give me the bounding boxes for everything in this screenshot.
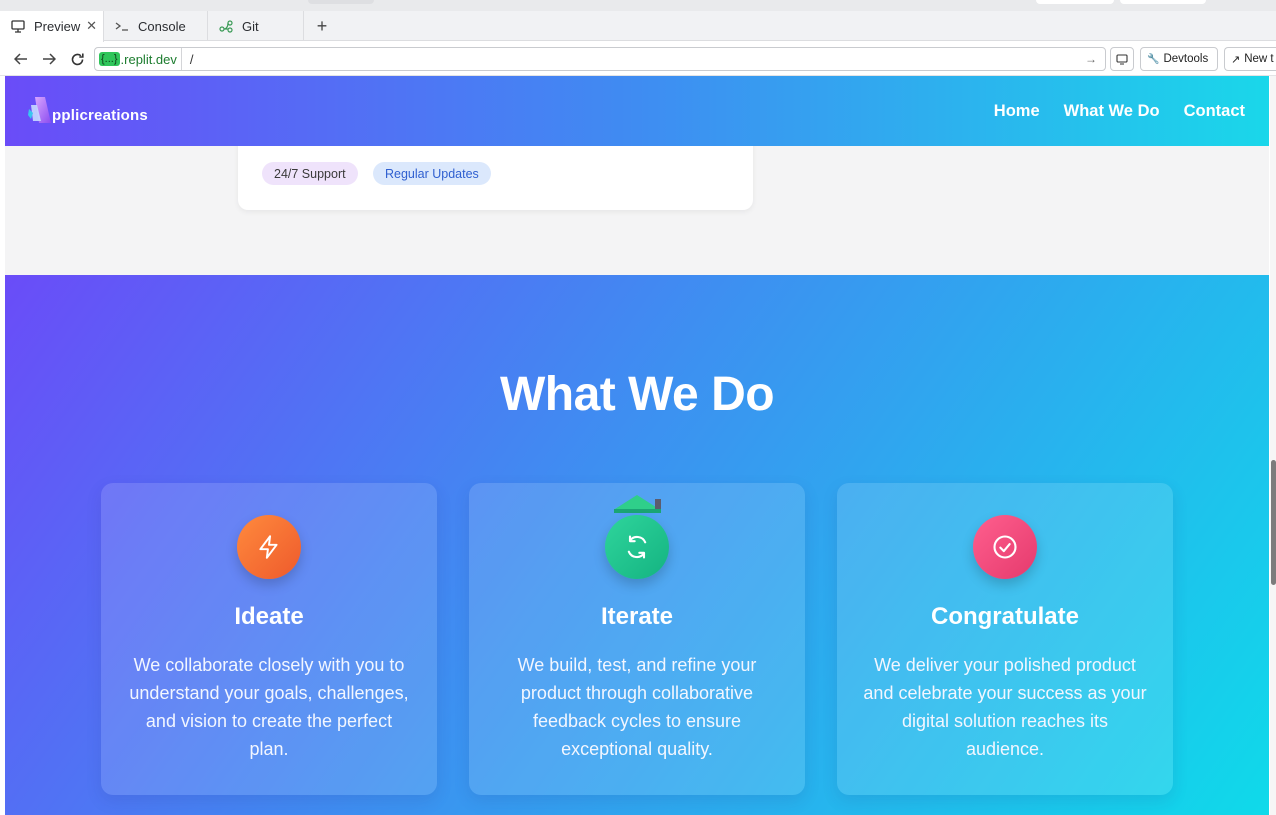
feature-text: We build, test, and refine your product … [517, 655, 757, 759]
feature-title: Iterate [600, 603, 674, 630]
screen-icon [1116, 53, 1128, 65]
strip-segment [308, 0, 374, 4]
new-tab-open-label: New t [1244, 53, 1274, 65]
tag-updates: Regular Updates [373, 162, 491, 185]
back-icon[interactable] [11, 50, 31, 68]
devtools-button[interactable]: 🔧 Devtools [1140, 47, 1218, 71]
logo-text: pplicreations [52, 107, 148, 124]
close-icon[interactable]: ✕ [86, 18, 97, 34]
feature-text: We collaborate closely with you to under… [129, 655, 409, 759]
graduation-cap-icon [614, 495, 661, 513]
section-title: What We Do [499, 368, 775, 421]
nav-what-we-do[interactable]: What We Do [1064, 102, 1160, 121]
main-nav: Home What We Do Contact [970, 102, 1245, 121]
strip-segment [1120, 0, 1206, 4]
tab-preview[interactable]: Preview ✕ [0, 11, 104, 42]
feature-title: Congratulate [930, 603, 1079, 630]
feature-card-ideate: Ideate We collaborate closely with you t… [101, 483, 437, 795]
terminal-icon [114, 18, 130, 34]
forward-icon[interactable] [39, 50, 59, 68]
new-tab-open-button[interactable]: ↗ New t [1224, 47, 1276, 71]
tab-label: Preview [34, 19, 81, 34]
tab-console[interactable]: Console [104, 11, 208, 41]
arrow-right-icon[interactable]: → [1085, 52, 1105, 66]
window-top-strip [0, 0, 1276, 11]
tab-label: Git [242, 18, 259, 34]
url-host-text: .replit.dev [120, 51, 177, 67]
url-host-badge: {...} [99, 52, 120, 66]
feature-card-iterate: Iterate We build, test, and refine your … [469, 483, 805, 795]
lightning-icon [237, 515, 301, 579]
site-viewport: 24/7 Support Regular Updates pplicreatio… [5, 76, 1269, 815]
screen-toggle-button[interactable] [1110, 47, 1134, 71]
monitor-icon [10, 19, 26, 35]
nav-home[interactable]: Home [994, 102, 1040, 121]
address-bar: {...} .replit.dev / → 🔧 Devtools ↗ New t [0, 42, 1276, 76]
url-field[interactable]: {...} .replit.dev / → [94, 47, 1106, 71]
refresh-icon [605, 515, 669, 579]
feature-text: We deliver your polished product and cel… [863, 655, 1147, 759]
external-link-icon: ↗ [1231, 53, 1241, 66]
feature-title: Ideate [234, 603, 304, 630]
check-circle-icon [973, 515, 1037, 579]
tab-label: Console [138, 18, 186, 34]
url-path[interactable]: / [182, 52, 1085, 67]
new-tab-button[interactable]: + [312, 16, 332, 36]
wrench-icon: 🔧 [1147, 53, 1160, 65]
site-header: pplicreations Home What We Do Contact [5, 76, 1269, 146]
logo-mark-icon [27, 95, 53, 125]
feature-card-congratulate: Congratulate We deliver your polished pr… [837, 483, 1173, 795]
strip-segment [1036, 0, 1114, 4]
tag-support: 24/7 Support [262, 162, 358, 185]
devtools-label: Devtools [1163, 53, 1209, 65]
tab-git[interactable]: Git [208, 11, 304, 41]
nav-contact[interactable]: Contact [1184, 102, 1245, 121]
git-branch-icon [218, 18, 234, 34]
reload-icon[interactable] [67, 50, 87, 68]
logo[interactable]: pplicreations [27, 95, 148, 125]
tab-bar: Preview ✕ Console Git + [0, 11, 1276, 42]
url-host: {...} .replit.dev [95, 48, 182, 70]
scrollbar-track[interactable] [1270, 76, 1276, 815]
what-we-do-section: What We Do Ideate We collaborate closely… [5, 275, 1269, 815]
scrollbar-thumb[interactable] [1271, 460, 1276, 585]
